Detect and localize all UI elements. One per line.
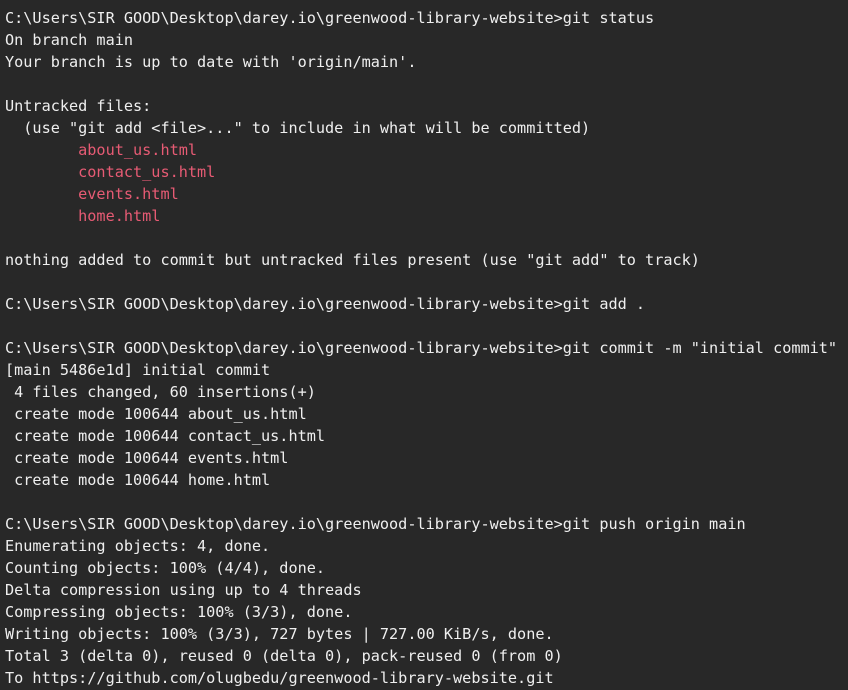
terminal-line-output: Writing objects: 100% (3/3), 727 bytes |… [5,625,554,643]
terminal-window[interactable]: C:\Users\SIR GOOD\Desktop\darey.io\green… [0,0,848,690]
terminal-line-output: Compressing objects: 100% (3/3), done. [5,603,353,621]
terminal-line-output: Total 3 (delta 0), reused 0 (delta 0), p… [5,647,563,665]
terminal-line-output: Untracked files: [5,97,152,115]
terminal-line-output: To https://github.com/olugbedu/greenwood… [5,669,554,687]
terminal-line-prompt: C:\Users\SIR GOOD\Desktop\darey.io\green… [5,339,838,357]
terminal-line-prompt: C:\Users\SIR GOOD\Desktop\darey.io\green… [5,515,746,533]
terminal-line-output: Enumerating objects: 4, done. [5,537,271,555]
terminal-line-output: nothing added to commit but untracked fi… [5,251,700,269]
terminal-line-output: create mode 100644 about_us.html [5,405,307,423]
untracked-file-line: home.html [5,207,161,225]
untracked-file-line: events.html [5,185,179,203]
untracked-file-line: contact_us.html [5,163,216,181]
terminal-line-prompt: C:\Users\SIR GOOD\Desktop\darey.io\green… [5,295,646,313]
terminal-line-prompt: C:\Users\SIR GOOD\Desktop\darey.io\green… [5,9,655,27]
terminal-line-output: create mode 100644 events.html [5,449,289,467]
terminal-line-output: Your branch is up to date with 'origin/m… [5,53,417,71]
terminal-line-output: Delta compression using up to 4 threads [5,581,362,599]
terminal-line-output: Counting objects: 100% (4/4), done. [5,559,326,577]
terminal-line-output: [main 5486e1d] initial commit [5,361,271,379]
terminal-line-output: 4 files changed, 60 insertions(+) [5,383,316,401]
terminal-line-output: On branch main [5,31,134,49]
terminal-line-output: (use "git add <file>..." to include in w… [5,119,591,137]
untracked-file-line: about_us.html [5,141,198,159]
terminal-line-output: create mode 100644 home.html [5,471,271,489]
terminal-line-output: create mode 100644 contact_us.html [5,427,326,445]
